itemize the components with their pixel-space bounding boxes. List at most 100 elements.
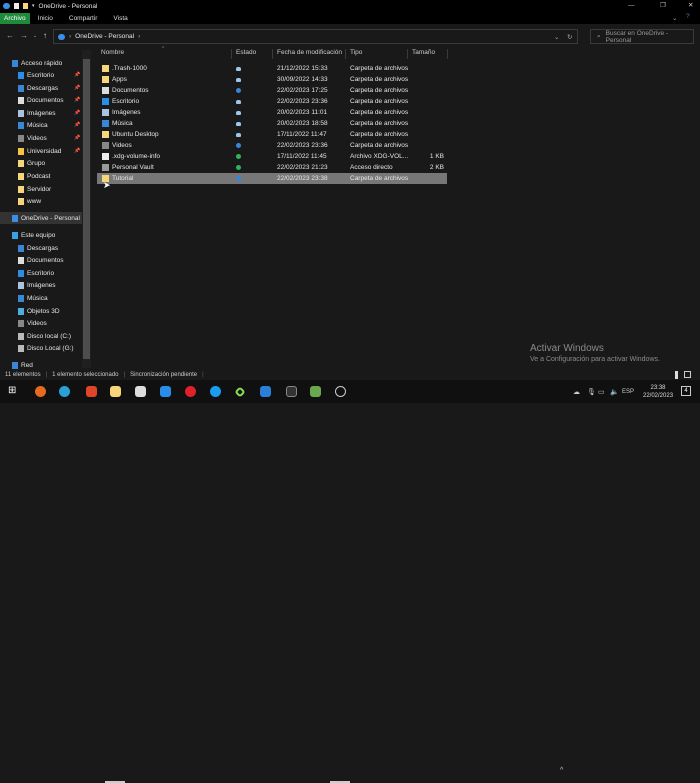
details-view-button[interactable] — [675, 371, 678, 379]
file-row[interactable]: Escritorio 22/02/2023 23:36 Carpeta de arc… — [97, 96, 447, 107]
sidebar-item[interactable]: Escritorio 📌 — [0, 69, 82, 81]
file-name: Apps — [112, 76, 127, 83]
large-icons-view-button[interactable] — [684, 371, 691, 378]
pictures-icon — [18, 109, 24, 117]
file-type: Archivo XDG-VOL... — [350, 153, 409, 160]
forward-button[interactable]: → — [20, 31, 28, 40]
vscode-icon[interactable] — [260, 386, 271, 397]
sidebar-item[interactable]: Documentos 📌 — [0, 94, 82, 106]
sidebar-item[interactable]: Escritorio — [0, 267, 82, 279]
sidebar-item[interactable]: Disco Local (G:) — [0, 342, 82, 354]
brave-icon[interactable] — [86, 386, 97, 397]
clock[interactable]: 23:38 22/02/2023 — [643, 384, 673, 400]
quick-access-dropdown-icon[interactable]: ▾ — [32, 3, 35, 9]
sidebar-item[interactable]: Objetos 3D — [0, 305, 82, 317]
mail-icon[interactable] — [160, 386, 171, 397]
sidebar-item[interactable]: Acceso rápido — [0, 57, 82, 69]
sidebar-item[interactable]: Música — [0, 292, 82, 304]
maximize-button[interactable]: ❐ — [660, 1, 666, 9]
file-row[interactable]: Apps 30/09/2022 14:33 Carpeta de archivos — [97, 74, 447, 85]
firefox-icon[interactable] — [35, 386, 46, 397]
obs-icon[interactable] — [335, 386, 346, 397]
music-player-icon[interactable] — [185, 386, 196, 397]
status-sync-icon — [236, 143, 241, 148]
sidebar-item[interactable]: Videos — [0, 317, 82, 329]
column-tamano[interactable]: Tamaño — [408, 49, 448, 59]
sidebar-item[interactable]: Grupo — [0, 157, 82, 169]
column-estado[interactable]: Estado — [232, 49, 273, 59]
terminal-icon[interactable] — [286, 386, 297, 397]
column-fecha[interactable]: Fecha de modificación — [273, 49, 346, 59]
file-row[interactable]: Videos 22/02/2023 23:36 Carpeta de archivo… — [97, 140, 447, 151]
file-row[interactable]: Música 20/02/2023 18:58 Carpeta de archivo… — [97, 118, 447, 129]
sidebar-item[interactable]: Universidad 📌 — [0, 145, 82, 157]
properties-icon[interactable] — [14, 3, 19, 9]
network-icon[interactable]: ▭ — [598, 388, 605, 396]
onedrive-tray-icon[interactable]: ☁ — [573, 388, 580, 396]
sidebar-item-label: Podcast — [27, 172, 51, 180]
status-bar: 11 elementos | 1 elemento seleccionado | S… — [0, 370, 700, 380]
sidebar-item[interactable]: Imágenes 📌 — [0, 107, 82, 119]
sidebar-item[interactable]: www — [0, 195, 82, 207]
file-row[interactable]: Personal Vault 22/02/2023 21:23 Acceso dir… — [97, 162, 447, 173]
sidebar-item[interactable]: Videos 📌 — [0, 132, 82, 144]
sidebar-item[interactable]: OneDrive - Personal — [0, 212, 82, 224]
app-icon[interactable] — [234, 386, 246, 398]
file-row[interactable]: Ubuntu Desktop 17/11/2022 11:47 Carpeta de… — [97, 129, 447, 140]
start-button[interactable]: ⊞ — [8, 385, 19, 396]
recent-locations-icon[interactable]: ⌄ — [33, 33, 37, 39]
file-name: Escritorio — [112, 98, 140, 105]
status-cloud-icon — [236, 132, 241, 137]
close-button[interactable]: ✕ — [688, 1, 693, 9]
twitter-icon[interactable] — [210, 386, 221, 397]
up-button[interactable]: ↑ — [43, 31, 47, 40]
file-type: Carpeta de archivos — [350, 109, 409, 116]
edge-icon[interactable] — [59, 386, 70, 397]
sidebar-item[interactable]: Servidor — [0, 183, 82, 195]
store-icon[interactable] — [135, 386, 146, 397]
tray-chevron-icon[interactable]: ^ — [560, 767, 563, 774]
file-date: 17/11/2022 11:45 — [277, 153, 327, 160]
sidebar-item[interactable]: Podcast — [0, 170, 82, 182]
tab-vista[interactable]: Vista — [105, 13, 135, 24]
refresh-button[interactable]: ↻ — [567, 33, 572, 41]
new-folder-icon[interactable] — [23, 3, 28, 9]
sidebar-item[interactable]: Música 📌 — [0, 119, 82, 131]
sidebar-item[interactable]: Este equipo — [0, 229, 82, 241]
file-row[interactable]: .Trash-1000 21/12/2022 15:33 Carpeta de ar… — [97, 63, 447, 74]
back-button[interactable]: ← — [6, 31, 14, 40]
file-row[interactable]: Tutorial 22/02/2023 23:38 Carpeta de archi… — [97, 173, 447, 184]
notifications-button[interactable]: 4 — [681, 386, 691, 396]
file-date: 20/02/2023 18:58 — [277, 120, 328, 127]
sidebar-item[interactable]: Documentos — [0, 254, 82, 266]
expand-ribbon-icon[interactable]: ⌄ — [672, 14, 677, 22]
onedrive-icon — [58, 33, 65, 40]
tab-archivo[interactable]: Archivo — [0, 12, 30, 24]
sidebar-item[interactable]: Imágenes — [0, 279, 82, 291]
sidebar-item[interactable]: Descargas 📌 — [0, 82, 82, 94]
file-row[interactable]: Documentos 22/02/2023 17:25 Carpeta de arc… — [97, 85, 447, 96]
sidebar-scrollbar-thumb[interactable] — [83, 59, 90, 359]
tab-compartir[interactable]: Compartir — [61, 13, 106, 24]
sidebar-item[interactable]: Disco local (C:) — [0, 330, 82, 342]
file-explorer-icon[interactable] — [110, 386, 121, 397]
sidebar-item-label: Disco Local (G:) — [27, 344, 74, 352]
help-icon[interactable]: ? — [686, 13, 690, 20]
file-date: 20/02/2023 11:01 — [277, 109, 328, 116]
volume-icon[interactable]: 🔈 — [610, 388, 619, 396]
sidebar-item-label: Acceso rápido — [21, 59, 63, 67]
sidebar-item[interactable]: Descargas — [0, 242, 82, 254]
microphone-icon[interactable]: 🎙 — [587, 388, 596, 396]
tab-inicio[interactable]: Inicio — [30, 13, 61, 24]
language-indicator[interactable]: ESP — [622, 389, 634, 395]
file-row[interactable]: .xdg-volume-info 17/11/2022 11:45 Archivo … — [97, 151, 447, 162]
minimize-button[interactable]: — — [628, 2, 635, 9]
file-row[interactable]: Imágenes 20/02/2023 11:01 Carpeta de archi… — [97, 107, 447, 118]
column-tipo[interactable]: Tipo — [346, 49, 408, 59]
search-icon: ⌕ — [597, 32, 601, 40]
search-input[interactable]: ⌕ Buscar en OneDrive - Personal — [590, 29, 694, 44]
minecraft-icon[interactable] — [310, 386, 321, 397]
address-bar[interactable]: › OneDrive - Personal › ⌄ ↻ — [53, 29, 578, 44]
column-nombre[interactable]: Nombre — [97, 49, 232, 59]
address-dropdown-icon[interactable]: ⌄ — [554, 33, 559, 41]
